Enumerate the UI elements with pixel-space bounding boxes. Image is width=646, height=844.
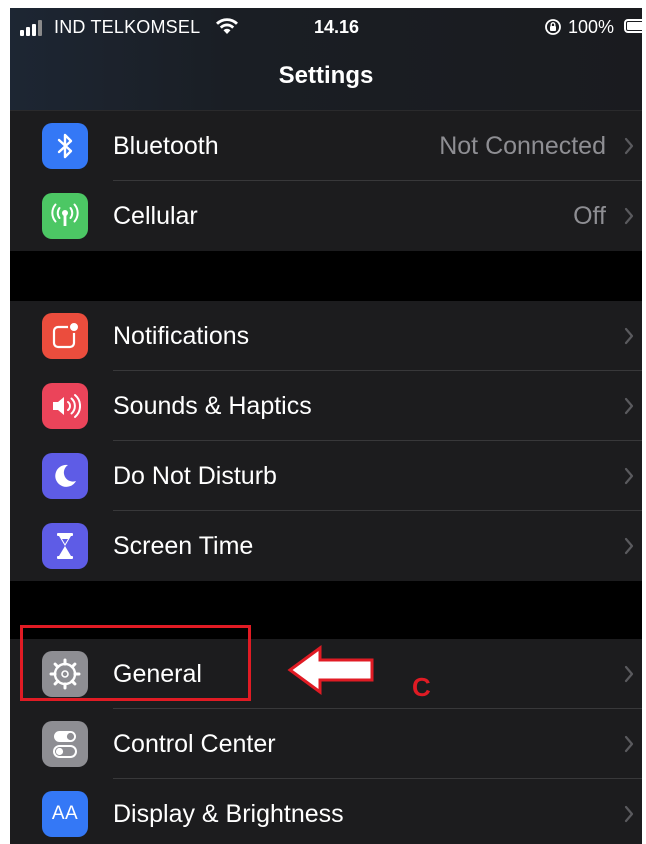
chevron-right-icon [624,735,634,753]
row-value: Off [573,202,606,230]
toggles-icon [42,721,88,767]
annotation-highlight-box [20,625,251,701]
icon-text: AA [51,803,79,824]
chevron-right-icon [624,537,634,555]
row-value: Not Connected [439,132,606,160]
top-bar: IND TELKOMSEL 14.16 100% Settings [10,8,642,111]
row-label: Do Not Disturb [113,462,277,490]
chevron-right-icon [624,805,634,823]
row-screen-time[interactable]: Screen Time [10,511,642,581]
rotation-lock-icon [545,19,561,35]
row-control-center[interactable]: Control Center [10,709,642,779]
chevron-right-icon [624,397,634,415]
moon-icon [42,453,88,499]
battery-percentage: 100% [568,17,615,37]
row-label: Display & Brightness [113,800,344,828]
chevron-right-icon [624,327,634,345]
row-cellular[interactable]: Cellular Off [10,181,642,251]
wifi-icon [216,18,238,34]
carrier-name: IND TELKOMSEL [54,17,201,37]
row-bluetooth[interactable]: Bluetooth Not Connected [10,111,642,181]
status-time: 14.16 [314,17,360,37]
cellular-antenna-icon [42,193,88,239]
page-title: Settings [278,62,374,89]
row-display-brightness[interactable]: AA Display & Brightness [10,779,642,844]
chevron-right-icon [624,665,634,683]
settings-group-connectivity: Bluetooth Not Connected Cellular Off [10,111,642,251]
speaker-icon [42,383,88,429]
notifications-icon [42,313,88,359]
annotation-arrow-icon [287,645,374,695]
chevron-right-icon [624,467,634,485]
text-size-icon: AA [42,791,88,837]
row-label: Screen Time [113,532,254,560]
row-label: Control Center [113,730,276,758]
row-label: Cellular [113,202,198,230]
row-sounds-haptics[interactable]: Sounds & Haptics [10,371,642,441]
signal-icon [20,20,46,36]
chevron-right-icon [624,207,634,225]
annotation-label: C [412,672,431,702]
chevron-right-icon [624,137,634,155]
row-notifications[interactable]: Notifications [10,301,642,371]
battery-icon [624,19,642,33]
row-do-not-disturb[interactable]: Do Not Disturb [10,441,642,511]
status-bar: IND TELKOMSEL 14.16 100% [10,8,642,48]
row-label: Notifications [113,322,250,350]
settings-group-notifications: Notifications Sounds & Haptics Do Not Di… [10,301,642,581]
settings-screen: IND TELKOMSEL 14.16 100% Settings Blueto… [10,8,642,844]
row-label: Bluetooth [113,132,219,160]
row-label: Sounds & Haptics [113,392,312,420]
bluetooth-icon [42,123,88,169]
hourglass-icon [42,523,88,569]
